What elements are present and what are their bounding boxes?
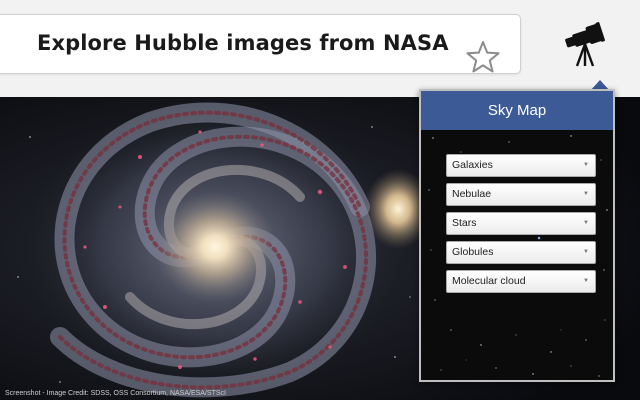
page-title: Explore Hubble images from NASA bbox=[37, 31, 449, 55]
select-molecular-cloud[interactable]: Molecular cloud ▼ bbox=[446, 270, 596, 293]
dropdown-caret-icon: ▼ bbox=[583, 191, 589, 197]
select-globules[interactable]: Globules ▼ bbox=[446, 241, 596, 264]
app-window: Explore Hubble images from NASA Screensh… bbox=[0, 0, 640, 400]
telescope-icon[interactable] bbox=[562, 22, 608, 68]
select-value: Nebulae bbox=[452, 188, 492, 200]
star-icon[interactable] bbox=[465, 40, 501, 74]
dropdown-caret-icon: ▼ bbox=[583, 162, 589, 168]
select-value: Stars bbox=[452, 217, 477, 229]
select-nebulae[interactable]: Nebulae ▼ bbox=[446, 183, 596, 206]
select-galaxies[interactable]: Galaxies ▼ bbox=[446, 154, 596, 177]
image-credit: Screenshot - Image Credit: SDSS, OSS Con… bbox=[5, 390, 226, 397]
dropdown-caret-icon: ▼ bbox=[583, 278, 589, 284]
top-bar: Explore Hubble images from NASA bbox=[0, 0, 640, 97]
dropdown-caret-icon: ▼ bbox=[583, 249, 589, 255]
sky-map-popup: Sky Map Galaxies ▼ Nebulae ▼ Stars ▼ Glo… bbox=[419, 89, 615, 382]
select-value: Galaxies bbox=[452, 159, 493, 171]
select-value: Molecular cloud bbox=[452, 275, 526, 287]
dropdown-caret-icon: ▼ bbox=[583, 220, 589, 226]
title-bar: Explore Hubble images from NASA bbox=[0, 14, 521, 74]
sky-map-header: Sky Map bbox=[421, 91, 613, 130]
select-value: Globules bbox=[452, 246, 494, 258]
select-stars[interactable]: Stars ▼ bbox=[446, 212, 596, 235]
